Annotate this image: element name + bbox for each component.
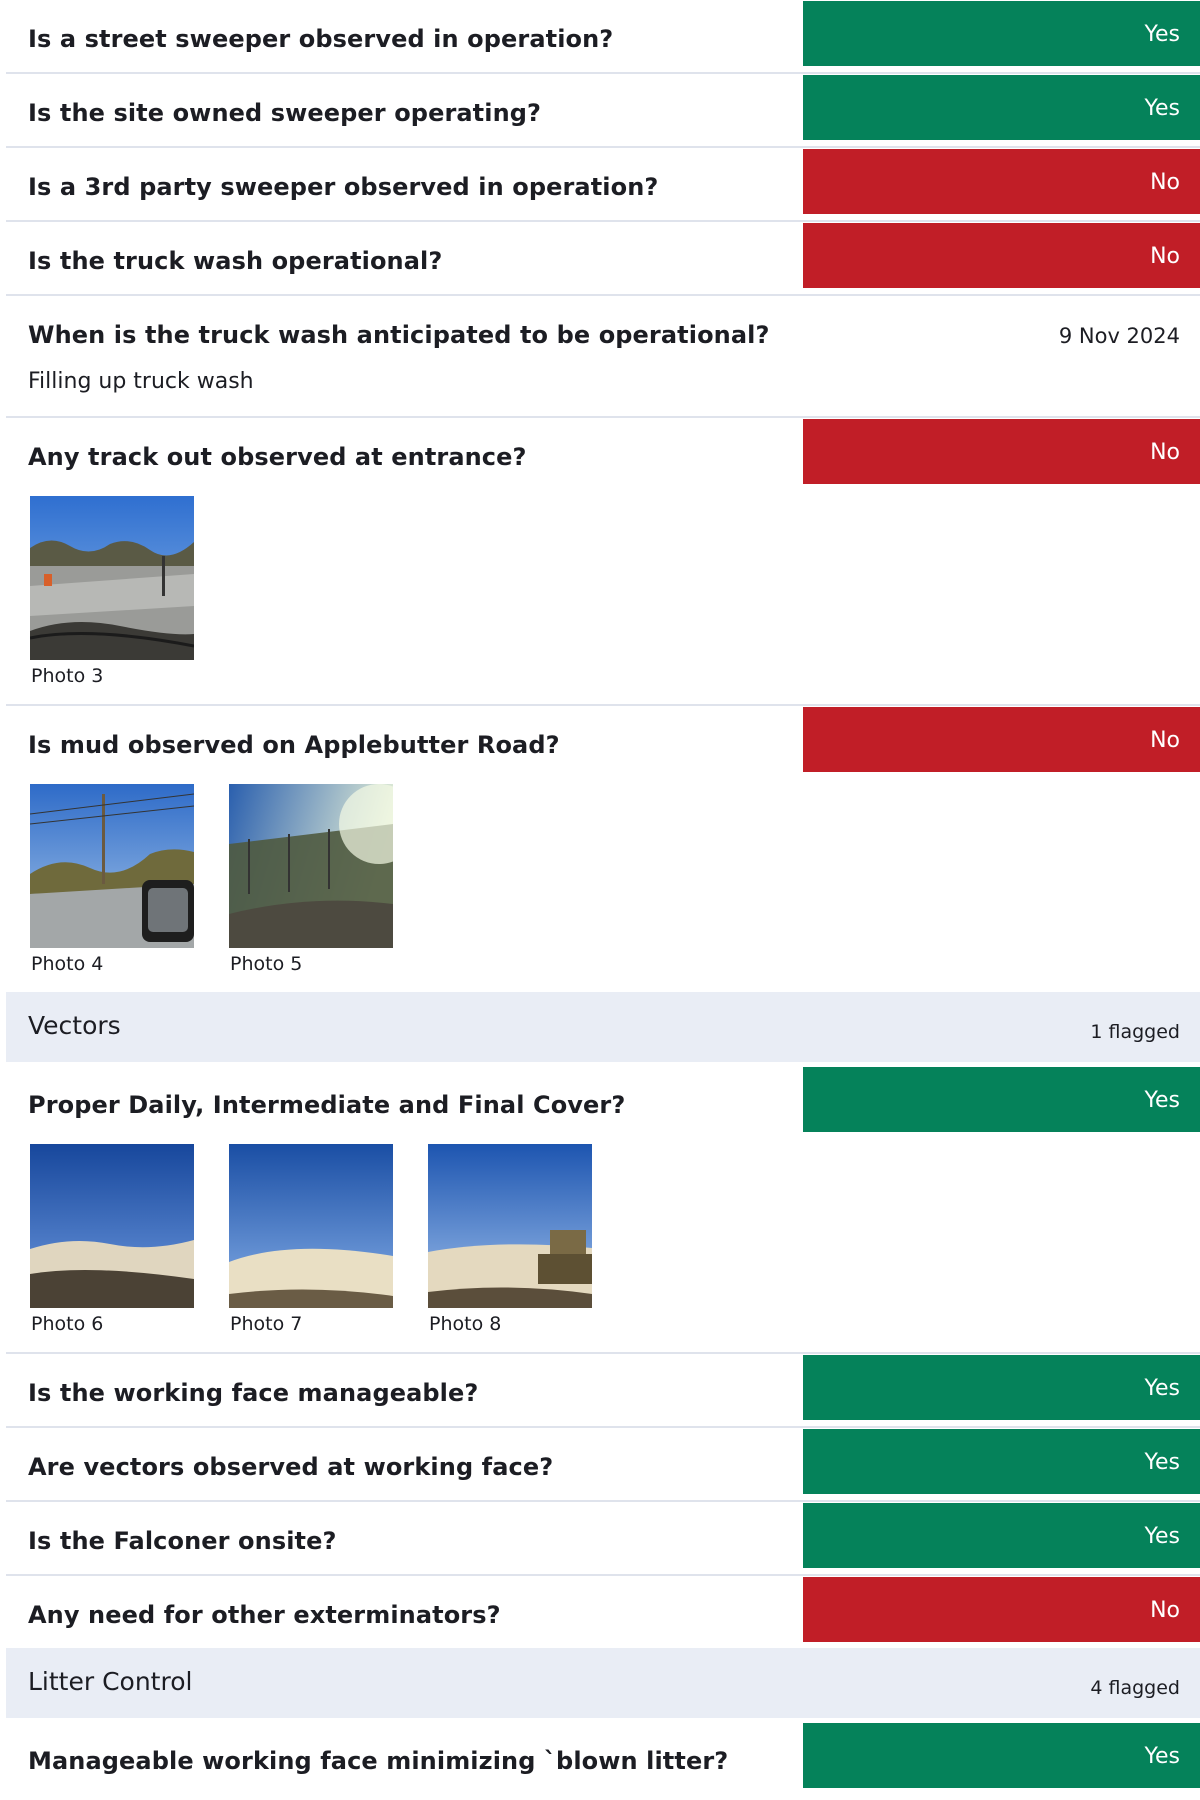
photo-gallery: Photo 4 Photo 5	[6, 784, 1200, 992]
question-row: Manageable working face minimizing `blow…	[6, 1722, 1200, 1794]
photo-gallery: Photo 6 Photo 7 Photo 8	[6, 1144, 1200, 1352]
question-row: Is the site owned sweeper operating? Yes	[6, 74, 1200, 148]
answer-badge-yes[interactable]: Yes	[803, 1, 1200, 66]
question-text: Any track out observed at entrance?	[28, 443, 527, 471]
question-text: Any need for other exterminators?	[28, 1601, 501, 1629]
question-text: Manageable working face minimizing `blow…	[28, 1747, 729, 1775]
answer-badge-yes[interactable]: Yes	[803, 1355, 1200, 1420]
photo-thumbnail[interactable]	[229, 1144, 393, 1308]
answer-badge-no[interactable]: No	[803, 707, 1200, 772]
section-header-vectors[interactable]: Vectors 1 flagged	[6, 992, 1200, 1062]
answer-badge-no[interactable]: No	[803, 419, 1200, 484]
question-row: When is the truck wash anticipated to be…	[6, 296, 1200, 418]
photo-gallery: Photo 3	[6, 496, 1200, 704]
photo-item[interactable]: Photo 3	[30, 496, 194, 692]
question-row: Is the truck wash operational? No	[6, 222, 1200, 296]
flagged-count: 1 flagged	[1090, 1021, 1180, 1043]
question-row: Any track out observed at entrance? No P…	[6, 418, 1200, 706]
photo-caption: Photo 4	[31, 953, 104, 975]
photo-item[interactable]: Photo 7	[229, 1144, 393, 1340]
photo-item[interactable]: Photo 4	[30, 784, 194, 980]
question-text: Is a 3rd party sweeper observed in opera…	[28, 173, 659, 201]
question-text: When is the truck wash anticipated to be…	[28, 321, 770, 349]
answer-badge-no[interactable]: No	[803, 223, 1200, 288]
question-row: Is the working face manageable? Yes	[6, 1354, 1200, 1428]
photo-caption: Photo 8	[429, 1313, 502, 1335]
section-title: Vectors	[28, 1011, 121, 1040]
answer-badge-yes[interactable]: Yes	[803, 1067, 1200, 1132]
question-row: Any need for other exterminators? No	[6, 1576, 1200, 1648]
question-row: Are vectors observed at working face? Ye…	[6, 1428, 1200, 1502]
question-text: Is the working face manageable?	[28, 1379, 479, 1407]
answer-badge-no[interactable]: No	[803, 149, 1200, 214]
question-text: Are vectors observed at working face?	[28, 1453, 554, 1481]
photo-thumbnail[interactable]	[30, 1144, 194, 1308]
question-text: Is mud observed on Applebutter Road?	[28, 731, 560, 759]
answer-date[interactable]: 9 Nov 2024	[803, 297, 1200, 362]
answer-badge-yes[interactable]: Yes	[803, 1429, 1200, 1494]
photo-caption: Photo 5	[230, 953, 303, 975]
flagged-count: 4 flagged	[1090, 1677, 1180, 1699]
section-title: Litter Control	[28, 1667, 193, 1696]
question-text: Is a street sweeper observed in operatio…	[28, 25, 614, 53]
answer-note: Filling up truck wash	[28, 369, 254, 394]
question-row: Is the Falconer onsite? Yes	[6, 1502, 1200, 1576]
answer-badge-yes[interactable]: Yes	[803, 1503, 1200, 1568]
question-row: Is a street sweeper observed in operatio…	[6, 0, 1200, 74]
question-row: Is a 3rd party sweeper observed in opera…	[6, 148, 1200, 222]
question-text: Is the Falconer onsite?	[28, 1527, 337, 1555]
photo-caption: Photo 3	[31, 665, 104, 687]
photo-thumbnail[interactable]	[229, 784, 393, 948]
question-text: Is the truck wash operational?	[28, 247, 443, 275]
answer-badge-no[interactable]: No	[803, 1577, 1200, 1642]
question-text: Is the site owned sweeper operating?	[28, 99, 542, 127]
photo-thumbnail[interactable]	[30, 496, 194, 660]
photo-caption: Photo 6	[31, 1313, 104, 1335]
section-header-litter-control[interactable]: Litter Control 4 flagged	[6, 1648, 1200, 1718]
photo-item[interactable]: Photo 6	[30, 1144, 194, 1340]
photo-item[interactable]: Photo 8	[428, 1144, 592, 1340]
photo-item[interactable]: Photo 5	[229, 784, 393, 980]
answer-badge-yes[interactable]: Yes	[803, 1723, 1200, 1788]
answer-badge-yes[interactable]: Yes	[803, 75, 1200, 140]
inspection-report: Is a street sweeper observed in operatio…	[6, 0, 1200, 1794]
question-row: Proper Daily, Intermediate and Final Cov…	[6, 1066, 1200, 1354]
photo-thumbnail[interactable]	[30, 784, 194, 948]
question-text: Proper Daily, Intermediate and Final Cov…	[28, 1091, 626, 1119]
photo-caption: Photo 7	[230, 1313, 303, 1335]
photo-thumbnail[interactable]	[428, 1144, 592, 1308]
question-row: Is mud observed on Applebutter Road? No	[6, 706, 1200, 992]
